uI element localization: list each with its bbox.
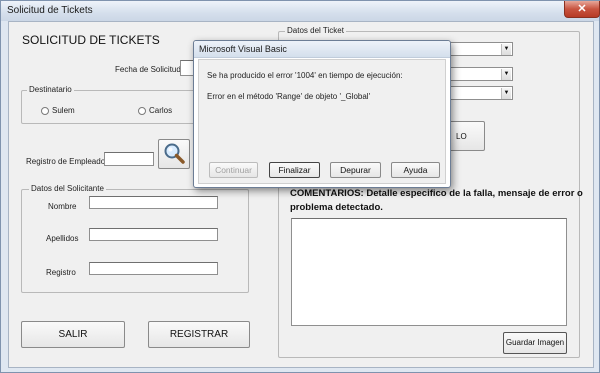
comentarios-textarea[interactable] — [291, 218, 567, 326]
search-button[interactable] — [158, 139, 190, 169]
ticket-combo-3[interactable]: ▼ — [449, 86, 513, 100]
close-button[interactable]: ✕ — [564, 1, 600, 18]
apellidos-input[interactable] — [89, 228, 218, 241]
comentarios-label-line2: problema detectado. — [290, 202, 383, 213]
registro-input[interactable] — [89, 262, 218, 275]
ticket-combo-2[interactable]: ▼ — [449, 67, 513, 81]
salir-button[interactable]: SALIR — [21, 321, 125, 348]
registro-label: Registro — [46, 268, 76, 277]
nombre-label: Nombre — [48, 202, 77, 211]
dialog-title: Microsoft Visual Basic — [199, 44, 287, 54]
dialog-error-detail: Error en el método 'Range' de objeto '_G… — [207, 92, 371, 101]
continuar-button[interactable]: Continuar — [209, 162, 258, 178]
dialog-error-message: Se ha producido el error '1004' en tiemp… — [207, 71, 403, 80]
registro-empleado-input[interactable] — [104, 152, 154, 166]
chevron-down-icon: ▼ — [501, 88, 511, 99]
apellidos-label: Apellidos — [46, 234, 79, 243]
comentarios-label-line1: COMENTARIOS: Detalle especifico de la fa… — [290, 188, 583, 199]
radio-carlos-label: Carlos — [149, 106, 173, 115]
form-heading: SOLICITUD DE TICKETS — [22, 33, 160, 47]
magnifier-icon — [164, 143, 185, 164]
ticket-caption: Datos del Ticket — [285, 26, 346, 35]
dialog-body: Se ha producido el error '1004' en tiemp… — [198, 59, 446, 184]
solicitante-caption: Datos del Solicitante — [29, 184, 106, 193]
finalizar-button[interactable]: Finalizar — [269, 162, 320, 178]
registrar-button[interactable]: REGISTRAR — [148, 321, 250, 348]
radio-sulem[interactable] — [41, 107, 49, 115]
destinatario-frame — [21, 90, 201, 124]
guardar-imagen-button[interactable]: Guardar Imagen — [503, 332, 567, 354]
chevron-down-icon: ▼ — [501, 44, 511, 55]
ticket-combo-1[interactable]: ▼ — [449, 42, 513, 56]
ayuda-button[interactable]: Ayuda — [391, 162, 440, 178]
window-titlebar: Solicitud de Tickets — [1, 1, 599, 21]
dialog-titlebar: Microsoft Visual Basic — [194, 41, 450, 58]
window-title: Solicitud de Tickets — [7, 5, 93, 16]
nombre-input[interactable] — [89, 196, 218, 209]
radio-sulem-label: Sulem — [52, 106, 75, 115]
vba-error-dialog: Microsoft Visual Basic Se ha producido e… — [193, 40, 451, 188]
chevron-down-icon: ▼ — [501, 69, 511, 80]
fecha-label: Fecha de Solicitud — [115, 65, 181, 74]
radio-carlos[interactable] — [138, 107, 146, 115]
destinatario-caption: Destinatario — [27, 85, 74, 94]
ticket-partial-button-label: LO — [456, 132, 467, 141]
depurar-button[interactable]: Depurar — [330, 162, 381, 178]
registro-empleado-label: Registro de Empleado — [26, 157, 106, 166]
